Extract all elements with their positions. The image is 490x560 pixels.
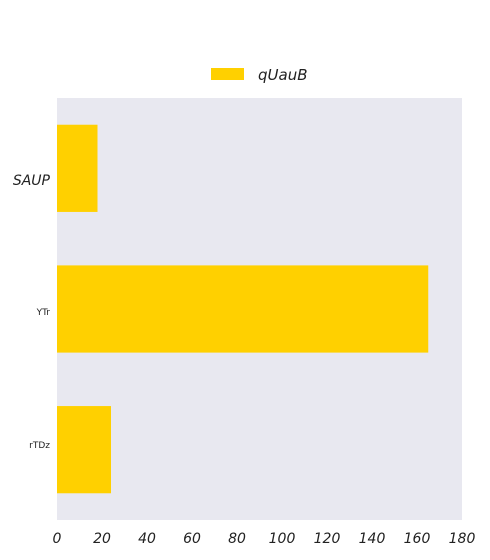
bar-saup <box>57 124 98 212</box>
legend: qUauB <box>211 66 308 84</box>
x-tick-label-20: 20 <box>93 531 111 547</box>
bar-chart: SAUP YTr rTDz 0 20 40 60 80 100 120 140 160 180 q… <box>13 66 476 547</box>
legend-swatch <box>211 68 244 80</box>
category-label-ytr: YTr <box>36 308 51 318</box>
bar-ytr <box>57 265 429 353</box>
category-labels-group: SAUP YTr rTDz <box>13 173 51 451</box>
x-tick-label-100: 100 <box>269 531 296 547</box>
legend-label: qUauB <box>258 66 308 84</box>
x-tick-labels-group: 0 20 40 60 80 100 120 140 160 180 <box>53 531 476 547</box>
x-tick-label-0: 0 <box>53 531 62 547</box>
x-tick-label-40: 40 <box>138 531 156 547</box>
category-label-saup: SAUP <box>13 173 51 189</box>
x-tick-label-80: 80 <box>228 531 246 547</box>
x-tick-label-160: 160 <box>404 531 431 547</box>
bar-rtdz <box>57 406 111 494</box>
x-tick-label-120: 120 <box>314 531 341 547</box>
x-tick-label-60: 60 <box>183 531 201 547</box>
category-label-rtdz: rTDz <box>29 441 50 451</box>
x-tick-label-180: 180 <box>449 531 476 547</box>
x-tick-label-140: 140 <box>359 531 386 547</box>
